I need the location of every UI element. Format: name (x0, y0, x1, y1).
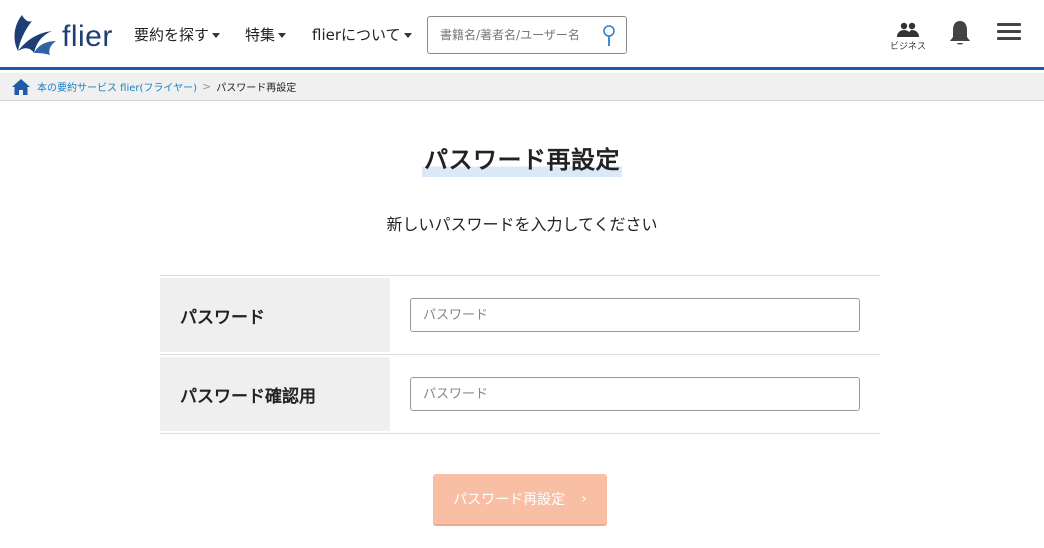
search-box (427, 16, 627, 54)
logo-text: flier (62, 20, 113, 53)
breadcrumb-home-link[interactable]: 本の要約サービス flier(フライヤー) (37, 79, 197, 94)
password-confirm-field-cell (390, 357, 880, 431)
caret-down-icon (278, 33, 287, 38)
nav-about-flier[interactable]: flierについて (312, 24, 412, 45)
form-row-password-confirm: パスワード確認用 (160, 355, 880, 434)
form-row-password: パスワード (160, 276, 880, 355)
caret-down-icon (403, 33, 412, 38)
page-title-wrap: パスワード再設定 (0, 140, 1044, 177)
flier-logo[interactable]: flier (8, 10, 118, 58)
business-button[interactable]: ビジネス (888, 22, 928, 52)
nav-label: flierについて (312, 26, 401, 44)
password-label: パスワード (160, 278, 390, 352)
nav-label: 特集 (245, 26, 276, 44)
home-icon[interactable] (11, 78, 31, 96)
search-icon[interactable] (602, 25, 616, 47)
reset-password-button[interactable]: パスワード再設定 › (433, 474, 607, 524)
site-header: flier 要約を探す 特集 flierについて ビジネス (0, 0, 1044, 70)
nav-label: 要約を探す (134, 26, 210, 44)
breadcrumb: 本の要約サービス flier(フライヤー) > パスワード再設定 (0, 73, 1044, 101)
business-label: ビジネス (889, 42, 926, 52)
breadcrumb-current: パスワード再設定 (216, 83, 297, 94)
reset-password-button-label: パスワード再設定 (453, 492, 566, 508)
page-subtitle: 新しいパスワードを入力してください (386, 215, 658, 234)
search-input[interactable] (440, 28, 598, 42)
password-reset-form: パスワード パスワード確認用 (160, 275, 880, 434)
caret-down-icon (212, 33, 221, 38)
flier-logo-mark-icon (14, 15, 56, 55)
hamburger-icon[interactable] (997, 23, 1021, 43)
bell-icon[interactable] (948, 19, 972, 47)
password-confirm-input[interactable] (410, 377, 860, 411)
password-field-cell (390, 278, 880, 352)
people-icon (897, 22, 919, 37)
password-input[interactable] (410, 298, 860, 332)
password-confirm-label: パスワード確認用 (160, 357, 390, 431)
breadcrumb-separator: > (202, 80, 212, 93)
chevron-right-icon: › (581, 491, 587, 507)
nav-features[interactable]: 特集 (245, 24, 287, 45)
nav-find-summaries[interactable]: 要約を探す (134, 24, 221, 45)
page-title: パスワード再設定 (422, 140, 622, 177)
